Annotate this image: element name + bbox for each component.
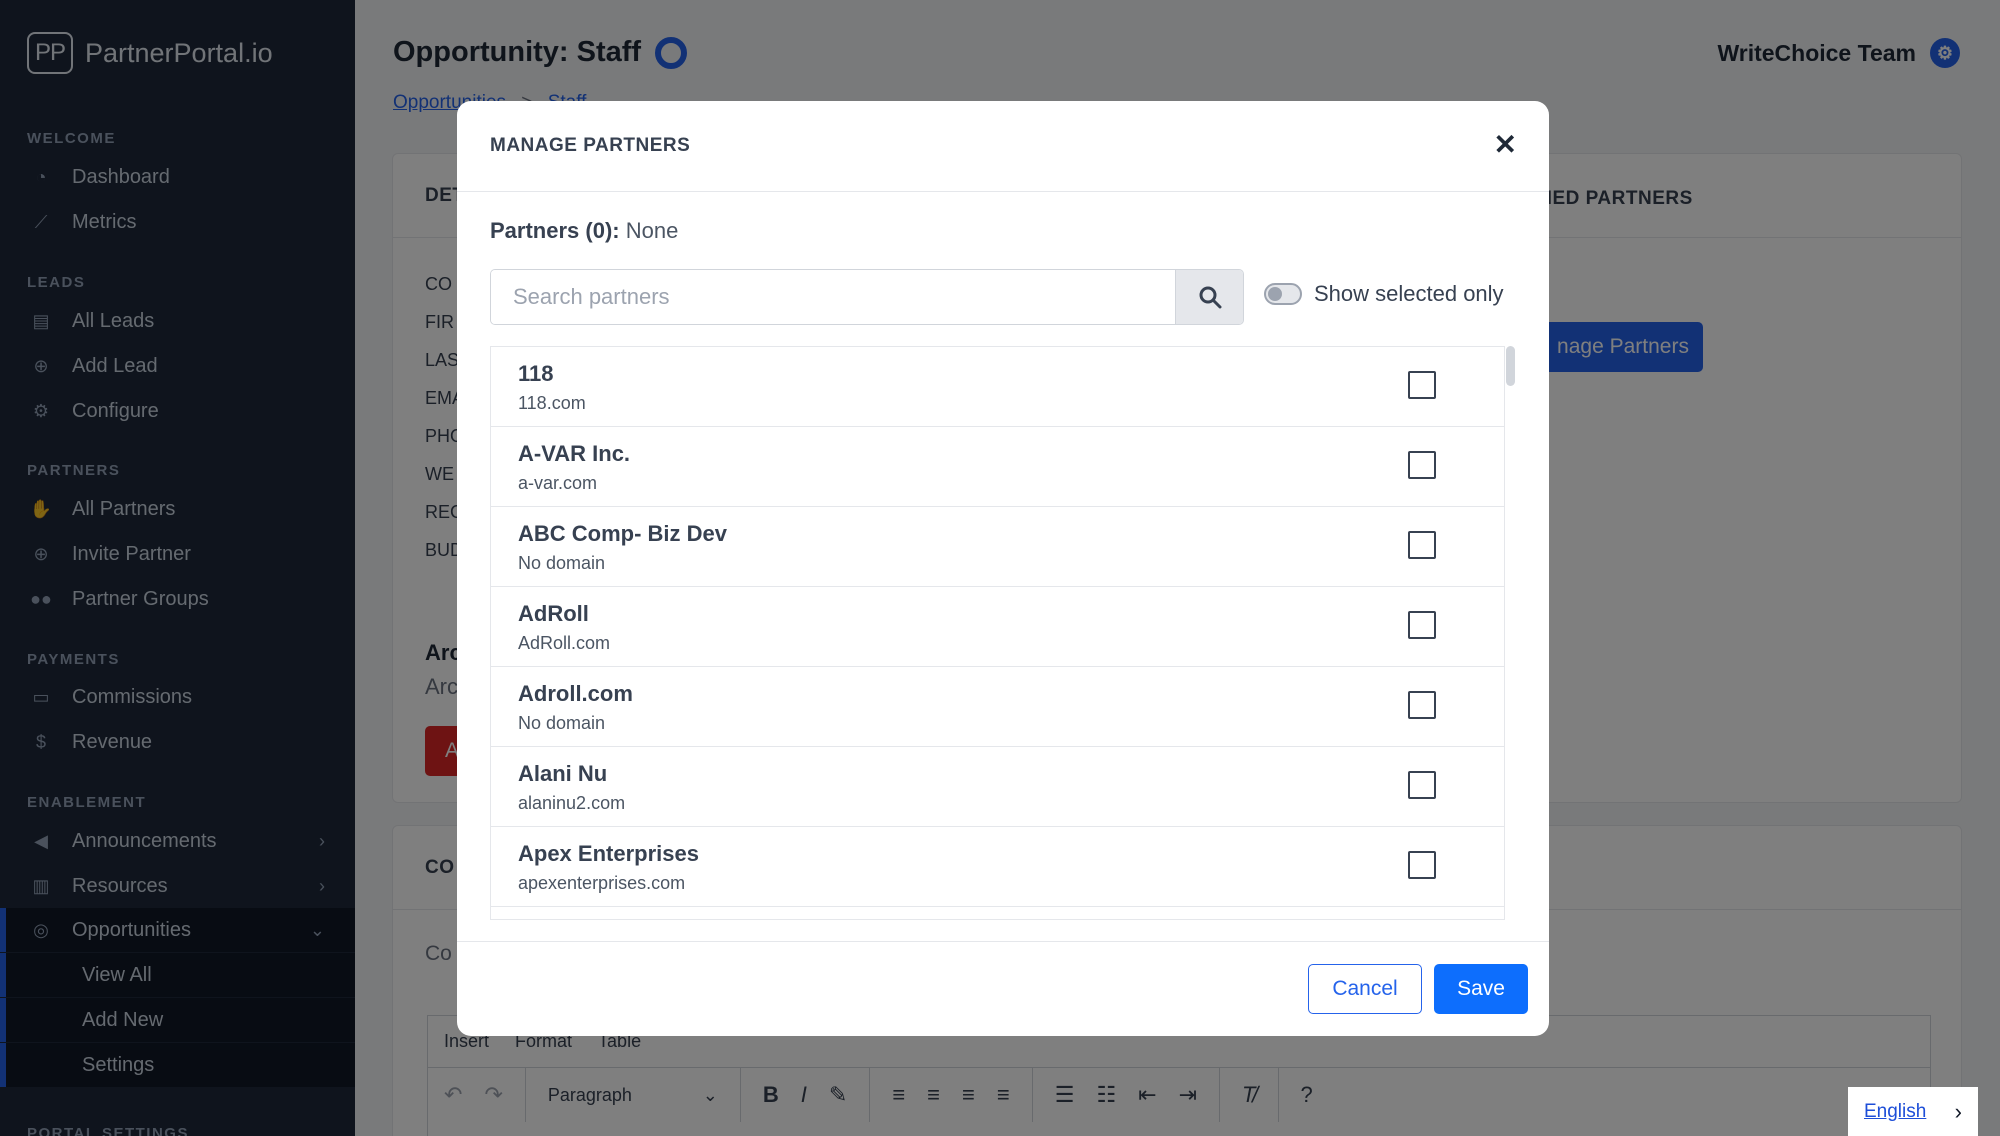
- chevron-right-icon: ›: [1954, 1098, 1962, 1124]
- partner-name: Adroll.com: [518, 681, 633, 706]
- list-item[interactable]: AdRoll AdRoll.com: [491, 587, 1504, 667]
- partners-count: Partners (0): None: [490, 218, 678, 244]
- partner-name: Alani Nu: [518, 761, 608, 786]
- partner-domain: 118.com: [518, 393, 586, 413]
- app: PP PartnerPortal.io WELCOME ◔ Dashboard …: [0, 0, 2000, 1136]
- list-item[interactable]: A-VAR Inc. a-var.com: [491, 427, 1504, 507]
- language-label: English: [1864, 1100, 1927, 1122]
- list-item[interactable]: Apex Enterprises apexenterprises.com: [491, 827, 1504, 907]
- show-selected-toggle-group[interactable]: Show selected only: [1264, 281, 1504, 307]
- close-icon[interactable]: ✕: [1494, 131, 1517, 159]
- partner-domain: No domain: [518, 713, 606, 733]
- search-input[interactable]: [491, 270, 1175, 324]
- partner-domain: a-var.com: [518, 473, 598, 493]
- partner-name: ABC Comp- Biz Dev: [518, 521, 728, 546]
- search-group: [490, 269, 1244, 325]
- partners-count-value: None: [625, 218, 679, 243]
- partner-checkbox[interactable]: [1408, 611, 1436, 639]
- list-item[interactable]: 118 118.com: [491, 347, 1504, 427]
- partner-checkbox[interactable]: [1408, 371, 1436, 399]
- list-item[interactable]: ABC Comp- Biz Dev No domain: [491, 507, 1504, 587]
- save-button[interactable]: Save: [1434, 964, 1528, 1014]
- partner-domain: alaninu2.com: [518, 793, 626, 813]
- partner-list: 118 118.com A-VAR Inc. a-var.com ABC Com…: [490, 346, 1505, 920]
- list-item[interactable]: Adroll.com No domain: [491, 667, 1504, 747]
- partner-domain: apexenterprises.com: [518, 873, 686, 893]
- partner-name: Apex Enterprises: [518, 841, 699, 866]
- show-selected-toggle[interactable]: [1264, 283, 1302, 305]
- partner-name: A-VAR Inc.: [518, 441, 631, 466]
- partner-checkbox[interactable]: [1408, 691, 1436, 719]
- cancel-button[interactable]: Cancel: [1308, 964, 1422, 1014]
- partner-checkbox[interactable]: [1408, 851, 1436, 879]
- partner-checkbox[interactable]: [1408, 451, 1436, 479]
- show-selected-label: Show selected only: [1314, 281, 1504, 306]
- partner-checkbox[interactable]: [1408, 771, 1436, 799]
- partner-domain: AdRoll.com: [518, 633, 611, 653]
- list-scrollbar[interactable]: [1506, 346, 1515, 386]
- modal-title: MANAGE PARTNERS: [490, 135, 691, 156]
- search-button[interactable]: [1175, 270, 1243, 324]
- search-icon: [1199, 286, 1221, 309]
- manage-partners-modal: MANAGE PARTNERS ✕ Partners (0): None Sho…: [457, 101, 1549, 1036]
- partner-name: AdRoll: [518, 601, 589, 626]
- modal-header: MANAGE PARTNERS: [457, 101, 1549, 192]
- list-item[interactable]: [491, 907, 1504, 919]
- partners-count-label: Partners (0):: [490, 218, 620, 243]
- partner-checkbox[interactable]: [1408, 531, 1436, 559]
- language-selector[interactable]: English ›: [1848, 1087, 1978, 1136]
- modal-footer: Cancel Save: [457, 941, 1549, 1036]
- partner-name: 118: [518, 361, 554, 386]
- partner-domain: No domain: [518, 553, 606, 573]
- list-item[interactable]: Alani Nu alaninu2.com: [491, 747, 1504, 827]
